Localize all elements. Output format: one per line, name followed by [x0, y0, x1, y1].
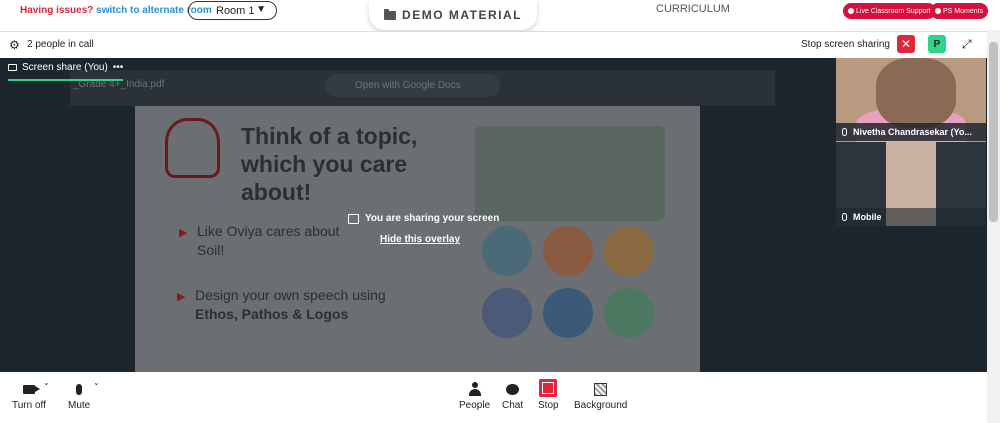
ps-moments-button[interactable]: PS Moments	[930, 3, 989, 19]
slide-bullet-2-bold: Ethos, Pathos & Logos	[195, 306, 349, 322]
room-select-value: Room 1	[216, 4, 255, 17]
google-docs-label: Open with Google Docs	[355, 80, 461, 91]
slide-bullet-1: ▶ Like Oviya cares about Soil!	[179, 222, 367, 260]
screen-share-stage: _Grade 4+_India.pdf Open with Google Doc…	[0, 58, 987, 372]
background-button[interactable]: Background	[574, 380, 627, 411]
issues-banner: Having issues? switch to alternate room	[20, 5, 212, 16]
scrollbar[interactable]	[987, 30, 1000, 423]
topic-icon	[482, 288, 532, 338]
mute-button[interactable]: Mute	[68, 380, 90, 411]
share-screen-icon	[348, 213, 359, 224]
background-icon	[594, 382, 608, 396]
microphone-icon	[76, 383, 83, 395]
monitor-icon	[8, 64, 17, 71]
participant-name-bar: Mobile	[836, 208, 986, 226]
hide-overlay-link[interactable]: Hide this overlay	[380, 234, 460, 245]
room-select[interactable]: Room 1 ▼	[188, 1, 277, 20]
chat-icon	[506, 383, 520, 395]
stop-share-button[interactable]: Stop	[538, 378, 559, 411]
expand-icon[interactable]: ⤢	[962, 37, 972, 52]
background-label: Background	[574, 400, 628, 411]
slide-bullet-1-text: Like Oviya cares about Soil!	[197, 223, 340, 258]
close-icon: ✕	[900, 37, 912, 51]
participant-name: Mobile	[853, 212, 882, 222]
participant-badge[interactable]: P	[928, 35, 946, 53]
caret-down-icon: ▼	[256, 4, 266, 15]
topic-icon	[543, 226, 593, 276]
participant-tile[interactable]: Nivetha Chandrasekar (Yo...	[836, 58, 986, 142]
chevron-down-icon[interactable]: ⌄	[93, 378, 100, 387]
video-frame	[876, 58, 956, 128]
bullet-arrow-icon: ▶	[179, 227, 188, 239]
open-with-google-docs-button: Open with Google Docs	[325, 74, 500, 97]
people-label: People	[459, 400, 491, 411]
close-circle-icon	[935, 8, 941, 14]
people-icon	[468, 382, 481, 396]
mic-icon	[842, 213, 847, 221]
mascot-icon	[165, 118, 220, 178]
sharing-overlay: You are sharing your screen	[348, 213, 499, 224]
mic-icon	[842, 128, 847, 136]
top-bar: Having issues? switch to alternate room …	[0, 0, 1000, 30]
live-support-button[interactable]: Live Classroom Support	[843, 3, 936, 19]
more-icon[interactable]: •••	[113, 62, 124, 73]
stop-label: Stop	[538, 400, 559, 411]
folder-icon	[384, 8, 397, 20]
topic-icon	[604, 288, 654, 338]
demo-material-button[interactable]: DEMO MATERIAL	[369, 0, 537, 30]
bullet-arrow-icon: ▶	[177, 291, 186, 303]
topic-icon	[604, 226, 654, 276]
camera-label: Turn off	[12, 400, 46, 411]
camera-toggle-button[interactable]: Turn off	[12, 380, 46, 411]
participant-name: Nivetha Chandrasekar (Yo...	[853, 127, 972, 137]
chevron-down-icon[interactable]: ⌄	[43, 378, 50, 387]
call-header: ⚙ 2 people in call Stop screen sharing ✕…	[0, 31, 987, 58]
slide-bullet-2: ▶ Design your own speech using Ethos, Pa…	[177, 286, 435, 324]
people-button[interactable]: People	[459, 380, 490, 411]
screen-share-tab[interactable]: Screen share (You) •••	[8, 62, 123, 73]
tab-underline	[8, 79, 123, 81]
slide-bullet-2-text: Design your own speech using	[195, 287, 386, 303]
sharing-overlay-text: You are sharing your screen	[365, 213, 500, 224]
participant-tile[interactable]: Mobile	[836, 142, 986, 226]
topic-icon	[482, 226, 532, 276]
island-illustration	[475, 126, 665, 221]
topic-icon	[543, 288, 593, 338]
demo-material-label: DEMO MATERIAL	[402, 8, 522, 22]
close-circle-icon	[848, 8, 854, 14]
curriculum-link[interactable]: CURRICULUM	[656, 3, 730, 15]
chat-button[interactable]: Chat	[502, 380, 523, 411]
issues-text: Having issues?	[20, 5, 94, 16]
pdf-toolbar: _Grade 4+_India.pdf Open with Google Doc…	[70, 70, 775, 106]
participant-name-bar: Nivetha Chandrasekar (Yo...	[836, 123, 986, 141]
mute-label: Mute	[68, 400, 91, 411]
gear-icon[interactable]: ⚙	[9, 38, 20, 52]
camera-icon	[22, 384, 40, 394]
chat-label: Chat	[502, 400, 524, 411]
ps-moments-label: PS Moments	[943, 7, 984, 15]
stop-share-icon	[539, 379, 558, 397]
slide-title: Think of a topic, which you care about!	[241, 123, 418, 205]
screen-share-tab-label: Screen share (You)	[22, 62, 108, 73]
scrollbar-thumb[interactable]	[989, 42, 998, 222]
live-support-label: Live Classroom Support	[856, 7, 931, 15]
stop-sharing-close-button[interactable]: ✕	[897, 35, 915, 53]
people-count: 2 people in call	[27, 39, 94, 50]
call-controls: Turn off ⌄ Mute ⌄ People Chat Stop Backg…	[0, 372, 987, 417]
stop-screen-sharing-label: Stop screen sharing	[801, 39, 890, 50]
